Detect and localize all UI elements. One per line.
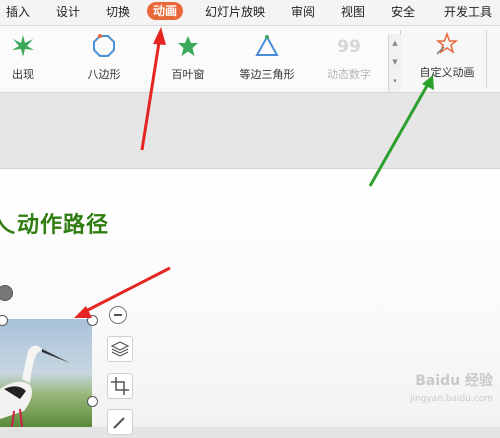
annotation-layer <box>74 27 434 318</box>
red-arrow-to-animation-tab <box>140 27 166 151</box>
red-arrow-to-image <box>74 266 171 318</box>
green-arrow-to-custom-animation <box>368 75 434 187</box>
